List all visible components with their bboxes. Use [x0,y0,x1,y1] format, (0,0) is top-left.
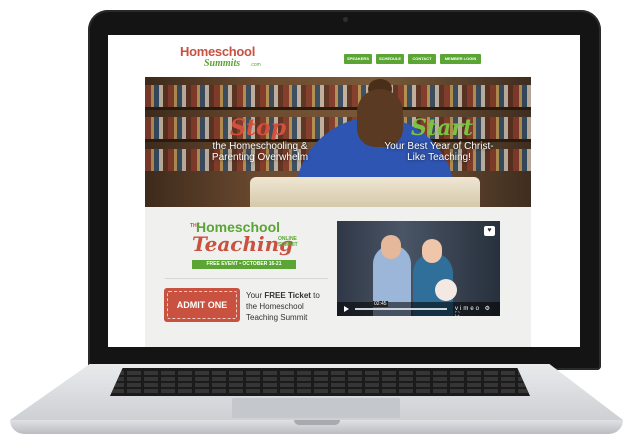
key-row [110,389,530,393]
site-logo[interactable]: Homeschool Summits .com [180,44,261,72]
hero-open-book [250,177,480,207]
hero-stop-word: Stop [230,115,287,141]
ticket-text-bold: FREE Ticket [264,291,311,300]
key-row [110,377,530,381]
ticket-text-prefix: Your [246,291,265,300]
hero-banner: Stop the Homeschooling & Parenting Overw… [145,77,531,207]
key-row [110,383,530,387]
hero-person-head [357,89,403,147]
video-controls: 02:45 vimeo ⚙ ⛶ [337,301,500,316]
shelf [145,107,531,110]
summit-logo-online: ONLINE SUMMIT [278,236,298,248]
video-control-icons[interactable]: vimeo ⚙ ⛶ [455,305,500,316]
free-event-banner: FREE EVENT • OCTOBER 16-21 [192,260,296,269]
hero-right-text: Your Best Year of Christ-Like Teaching! [384,141,494,163]
camera-icon [343,17,348,22]
bookshelf-row [145,85,531,107]
site-header: Homeschool Summits .com SPEAKERS SCHEDUL… [108,35,580,77]
ticket-description: Your FREE Ticket to the Homeschool Teach… [246,290,326,323]
nav-contact-button[interactable]: CONTACT [408,54,436,64]
logo-domain-text: .com [250,62,261,68]
heart-icon[interactable]: ♥ [484,226,495,236]
summit-section: THE Homeschool Teaching ONLINE SUMMIT FR… [145,207,531,347]
hero-start-word: Start [411,115,474,141]
nav-member-login-button[interactable]: MEMBER LOGIN [440,54,481,64]
nav-schedule-button[interactable]: SCHEDULE [376,54,404,64]
video-person-man-head [381,235,401,259]
laptop-screen: Homeschool Summits .com SPEAKERS SCHEDUL… [108,35,580,347]
logo-sub-text: Summits [204,58,241,69]
nav-speakers-button[interactable]: SPEAKERS [344,54,372,64]
logo-main-text: Homeschool [180,44,256,59]
hero-left-text: the Homeschooling & Parenting Overwhelm [211,141,309,163]
video-progress-bar[interactable]: 02:45 [355,301,447,310]
trackpad [232,398,400,418]
video-player[interactable]: ♥ 02:45 vimeo ⚙ ⛶ [337,221,500,316]
video-person-woman-head [422,239,442,263]
laptop-base [10,364,623,440]
play-icon[interactable] [344,306,349,312]
laptop-notch [294,420,340,425]
divider [165,278,328,279]
video-time: 02:45 [373,301,388,307]
video-baby [435,279,457,301]
key-row [110,371,530,375]
admit-one-ticket-button[interactable]: ADMIT ONE [164,288,240,322]
keyboard [110,368,530,396]
